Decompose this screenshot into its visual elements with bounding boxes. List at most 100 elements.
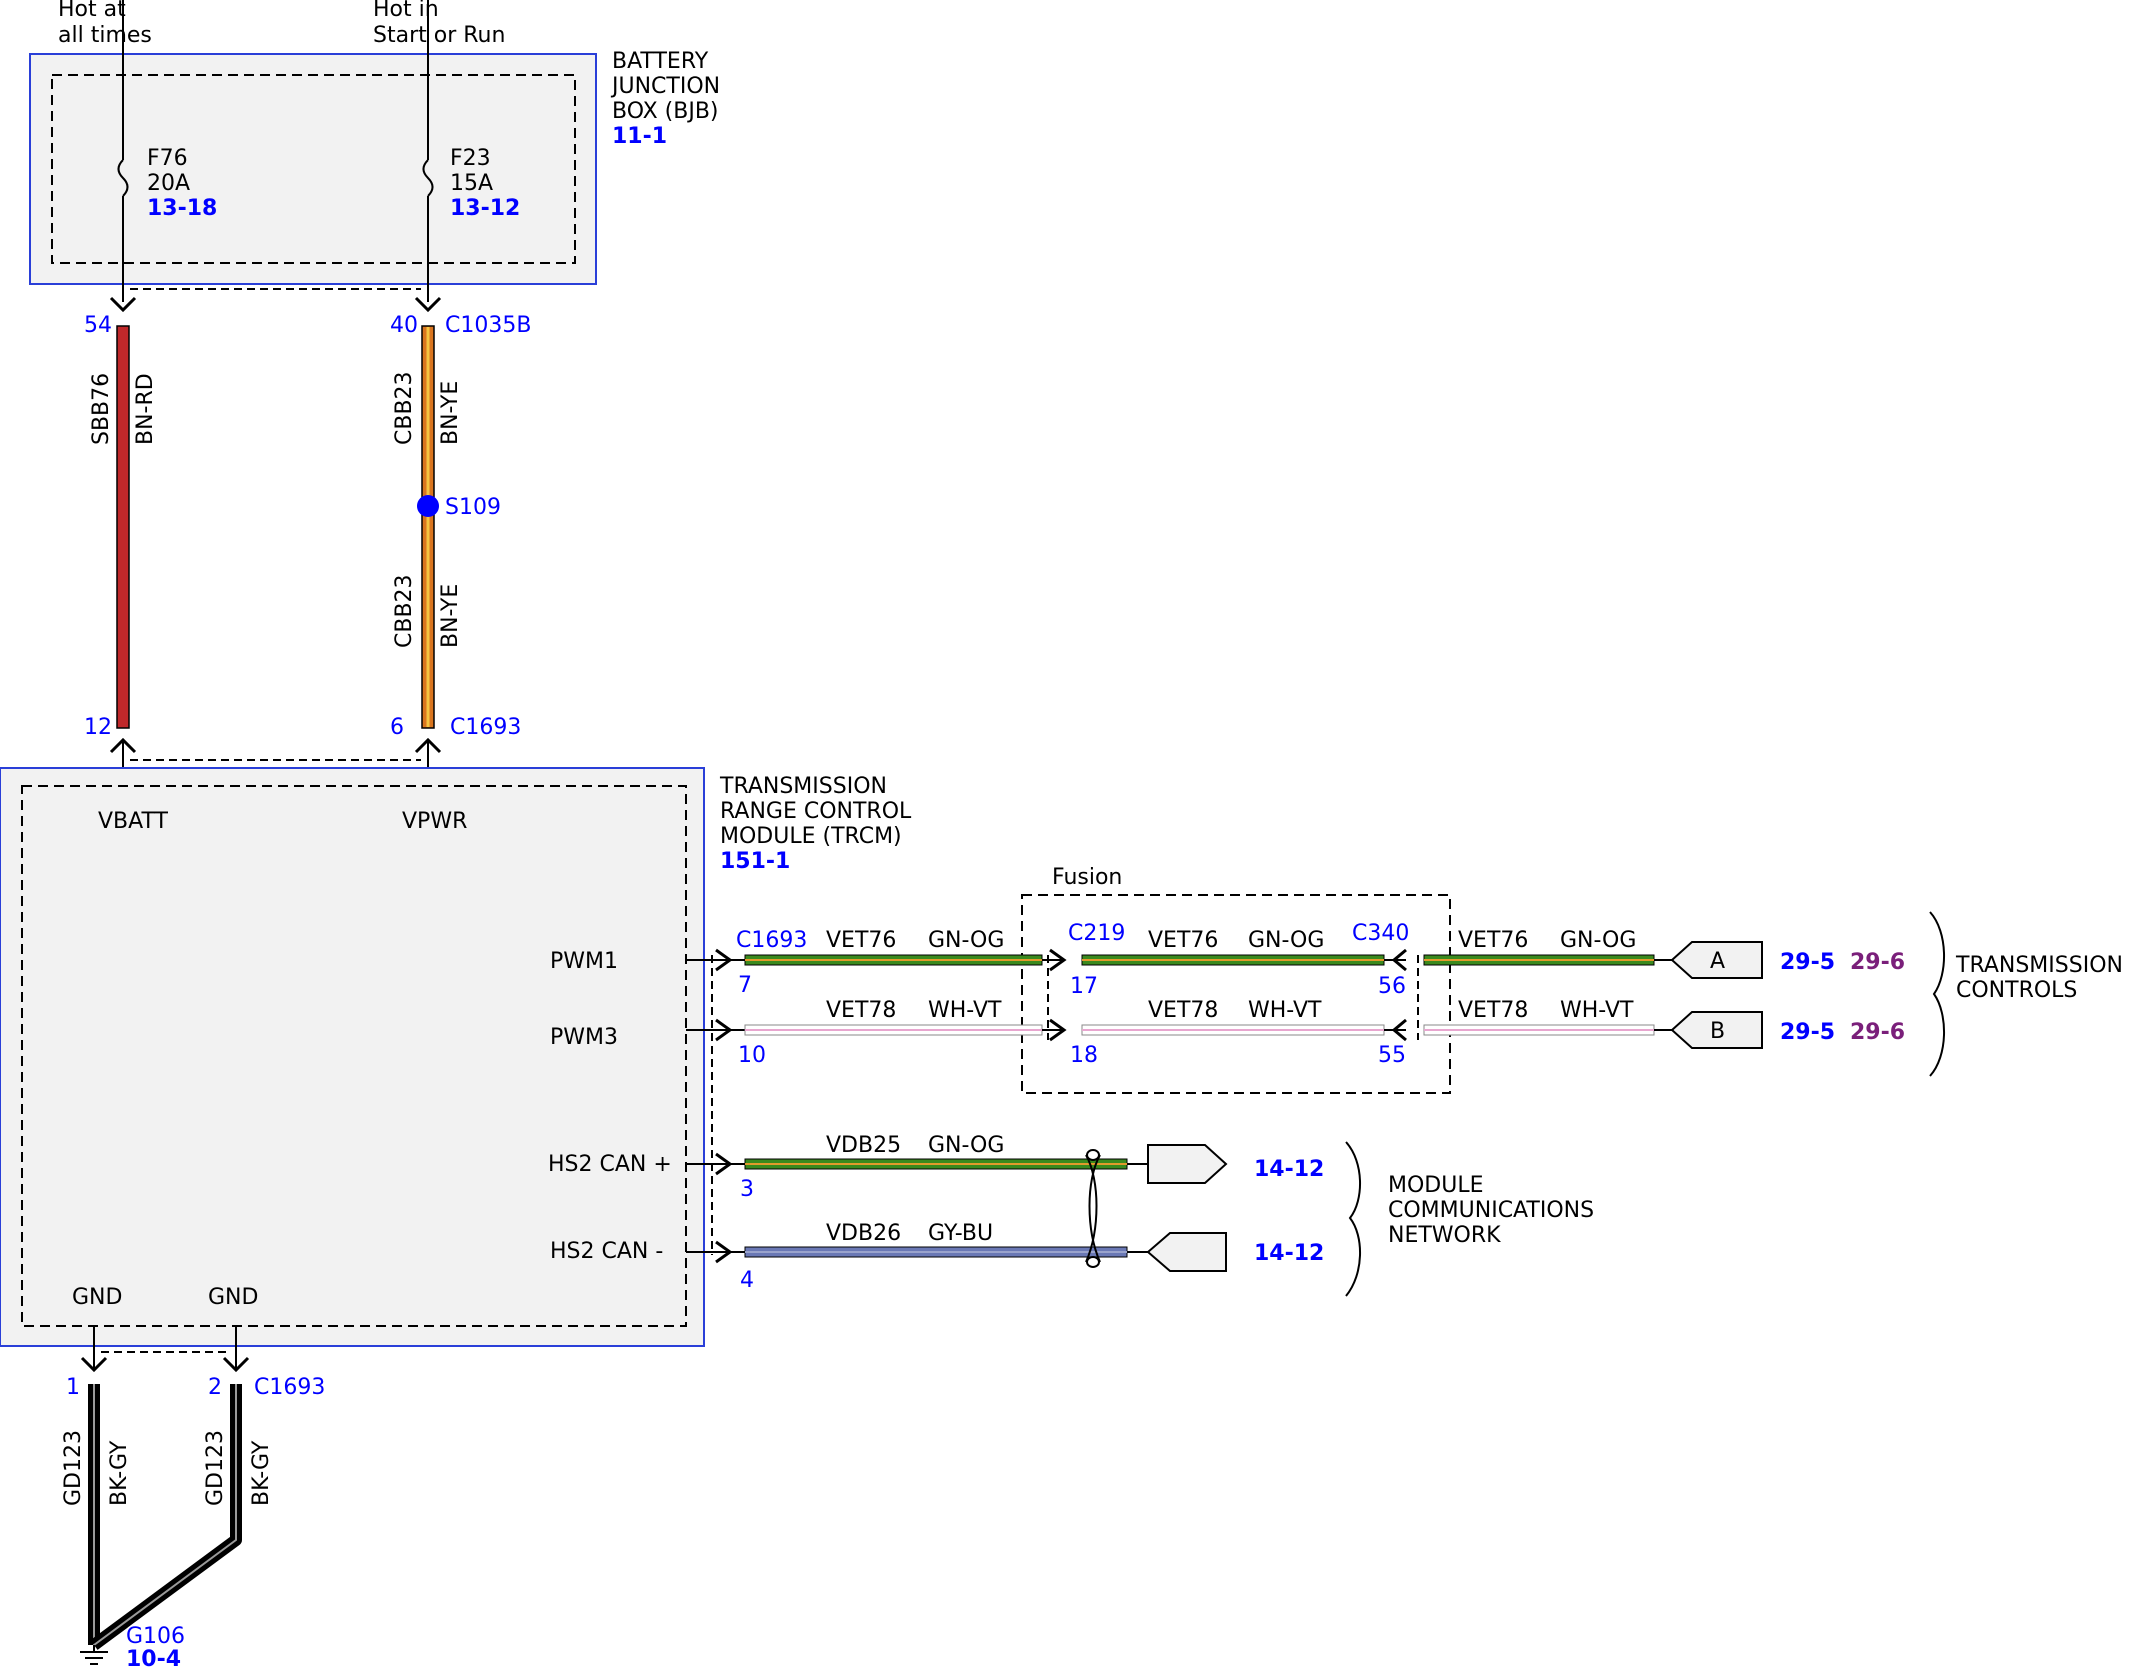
pwm3-ref-2[interactable]: 29-6 [1850, 1020, 1905, 1045]
wire-cbb23-color-upper: BN-YE [438, 381, 463, 445]
fuse-f23-ref[interactable]: 13-12 [450, 196, 520, 221]
pin-3: 3 [740, 1177, 754, 1202]
trcm-pin-gnd-1: GND [72, 1285, 122, 1310]
wire-vet78[interactable] [686, 1018, 1672, 1042]
terminal-a[interactable]: A [1670, 941, 1763, 979]
source-label-hot-in-run-2: Start or Run [373, 23, 505, 48]
wire-vet76-color-2: GN-OG [1248, 928, 1324, 953]
fuse-f76-name: F76 [147, 146, 188, 171]
wire-vet76[interactable] [686, 948, 1672, 972]
source-label-hot-at-all-times-2: all times [58, 23, 152, 48]
fuse-f76-rating: 20A [147, 171, 190, 196]
transmission-controls-1: TRANSMISSION [1955, 953, 2123, 978]
wire-vdb25-circuit: VDB25 [826, 1133, 901, 1158]
wire-vdb25[interactable] [686, 1152, 1148, 1176]
trcm-title-2: RANGE CONTROL [720, 799, 912, 824]
module-comm-1: MODULE [1388, 1173, 1484, 1198]
pin-55: 55 [1378, 1043, 1406, 1068]
pin-40: 40 [390, 313, 418, 338]
module-comm-2: COMMUNICATIONS [1388, 1198, 1594, 1223]
connector-c219: C219 [1068, 921, 1125, 946]
wire-gd123-color-2: BK-GY [249, 1440, 274, 1506]
wire-vet78-color-3: WH-VT [1560, 998, 1634, 1023]
terminal-can-plus[interactable] [1147, 1144, 1228, 1184]
can-plus-ref[interactable]: 14-12 [1254, 1157, 1324, 1182]
pin-18: 18 [1070, 1043, 1098, 1068]
pin-6: 6 [390, 715, 404, 740]
connector-c1035b: C1035B [445, 313, 531, 338]
module-comm-3: NETWORK [1388, 1223, 1501, 1248]
wire-gd123-circuit-1: GD123 [61, 1430, 86, 1506]
pin-4: 4 [740, 1268, 754, 1293]
wire-vdb26-circuit: VDB26 [826, 1221, 901, 1246]
wire-gd123[interactable] [88, 1384, 242, 1650]
wire-sbb76-color: BN-RD [133, 373, 158, 445]
pin-1: 1 [66, 1375, 80, 1400]
trcm-pin-vpwr: VPWR [402, 809, 467, 834]
trcm-title-1: TRANSMISSION [719, 774, 887, 799]
wire-cbb23-circuit-upper: CBB23 [392, 371, 417, 445]
can-minus-ref[interactable]: 14-12 [1254, 1241, 1324, 1266]
trcm-pin-vbatt: VBATT [98, 809, 169, 834]
pin-10: 10 [738, 1043, 766, 1068]
terminal-a-label: A [1710, 949, 1725, 974]
brace-icon [1345, 1141, 1361, 1297]
ground-icon [80, 1645, 108, 1665]
wire-vdb25-color: GN-OG [928, 1133, 1004, 1158]
splice-s109[interactable] [417, 495, 439, 517]
splice-s109-label: S109 [445, 495, 501, 520]
wire-vet78-color-2: WH-VT [1248, 998, 1322, 1023]
pin-56: 56 [1378, 974, 1406, 999]
fuse-f23-rating: 15A [450, 171, 493, 196]
wire-vet76-color-3: GN-OG [1560, 928, 1636, 953]
wire-vet76-circuit-1: VET76 [826, 928, 896, 953]
connector-c1693-top: C1693 [450, 715, 521, 740]
bjb-title-1: BATTERY [612, 49, 709, 74]
pwm1-ref-1[interactable]: 29-5 [1780, 950, 1835, 975]
transmission-controls-2: CONTROLS [1956, 978, 2077, 1003]
pin-17: 17 [1070, 974, 1098, 999]
fuse-f76-ref[interactable]: 13-18 [147, 196, 217, 221]
wire-vet78-color-1: WH-VT [928, 998, 1002, 1023]
battery-junction-box [29, 53, 597, 285]
trcm-pin-pwm3: PWM3 [550, 1025, 618, 1050]
wire-vet76-circuit-3: VET76 [1458, 928, 1528, 953]
wire-cbb23-color-lower: BN-YE [438, 584, 463, 648]
pin-12: 12 [84, 715, 112, 740]
wire-gd123-circuit-2: GD123 [203, 1430, 228, 1506]
wire-cbb23[interactable] [421, 325, 435, 729]
terminal-b-label: B [1710, 1019, 1725, 1044]
wire-sbb76-circuit: SBB76 [89, 373, 114, 445]
wire-vdb26-color: GY-BU [928, 1221, 993, 1246]
pin-7: 7 [738, 973, 752, 998]
wire-vet78-circuit-1: VET78 [826, 998, 896, 1023]
wire-cbb23-circuit-lower: CBB23 [392, 574, 417, 648]
pwm1-ref-2[interactable]: 29-6 [1850, 950, 1905, 975]
terminal-can-minus[interactable] [1146, 1232, 1227, 1272]
ground-g106: G106 [126, 1624, 185, 1649]
brace-icon [1929, 911, 1945, 1077]
wire-vdb26[interactable] [686, 1240, 1148, 1264]
bjb-ref[interactable]: 11-1 [612, 124, 667, 149]
pwm3-ref-1[interactable]: 29-5 [1780, 1020, 1835, 1045]
wiring-diagram: Hot at all times Hot in Start or Run BAT… [0, 0, 2123, 1670]
ground-ref[interactable]: 10-4 [126, 1647, 181, 1670]
fuse-f23-name: F23 [450, 146, 491, 171]
wire-vet76-color-1: GN-OG [928, 928, 1004, 953]
trcm-pin-gnd-2: GND [208, 1285, 258, 1310]
wire-vet78-circuit-2: VET78 [1148, 998, 1218, 1023]
trcm-pin-pwm1: PWM1 [550, 949, 618, 974]
bjb-title-2: JUNCTION [610, 74, 720, 99]
pin-54: 54 [84, 313, 112, 338]
wire-vet76-circuit-2: VET76 [1148, 928, 1218, 953]
source-label-hot-at-all-times-1: Hot at [58, 0, 126, 22]
fusion-label: Fusion [1052, 865, 1122, 890]
connector-c1693-gnd: C1693 [254, 1375, 325, 1400]
terminal-b[interactable]: B [1670, 1011, 1763, 1049]
bjb-title-3: BOX (BJB) [612, 99, 719, 124]
connector-c1693-pwm1: C1693 [736, 928, 807, 953]
trcm-title-3: MODULE (TRCM) [720, 824, 902, 849]
pin-2: 2 [208, 1375, 222, 1400]
trcm-ref[interactable]: 151-1 [720, 849, 790, 874]
wire-sbb76[interactable] [116, 325, 130, 729]
